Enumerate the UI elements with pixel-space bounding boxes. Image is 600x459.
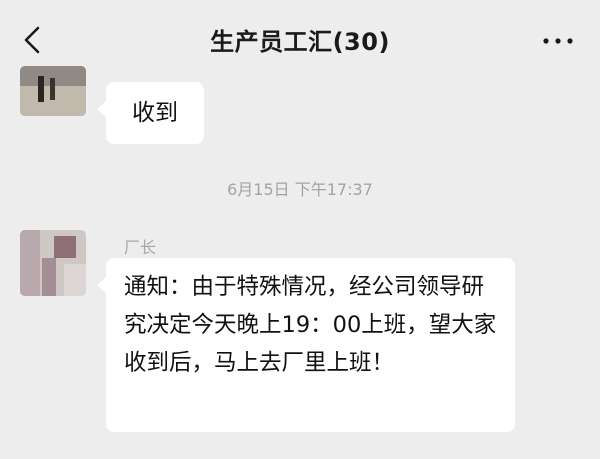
message-bubble[interactable]: 收到 (97, 82, 204, 144)
message-text: 通知：由于特殊情况，经公司领导研究决定今天晚上19：00上班，望大家收到后，马上… (124, 274, 497, 376)
chat-title: 生产员工汇(30) (210, 28, 390, 56)
chat-header: 生产员工汇(30) (0, 0, 600, 78)
more-options-icon[interactable] (538, 22, 578, 58)
message-timestamp: 6月15日 下午17:37 (227, 180, 373, 199)
message-bubble[interactable]: 通知：由于特殊情况，经公司领导研究决定今天晚上19：00上班，望大家收到后，马上… (97, 258, 515, 432)
message-text: 收到 (132, 100, 178, 126)
avatar[interactable] (20, 230, 86, 296)
avatar[interactable] (20, 66, 86, 116)
sender-name: 厂长 (124, 238, 157, 257)
